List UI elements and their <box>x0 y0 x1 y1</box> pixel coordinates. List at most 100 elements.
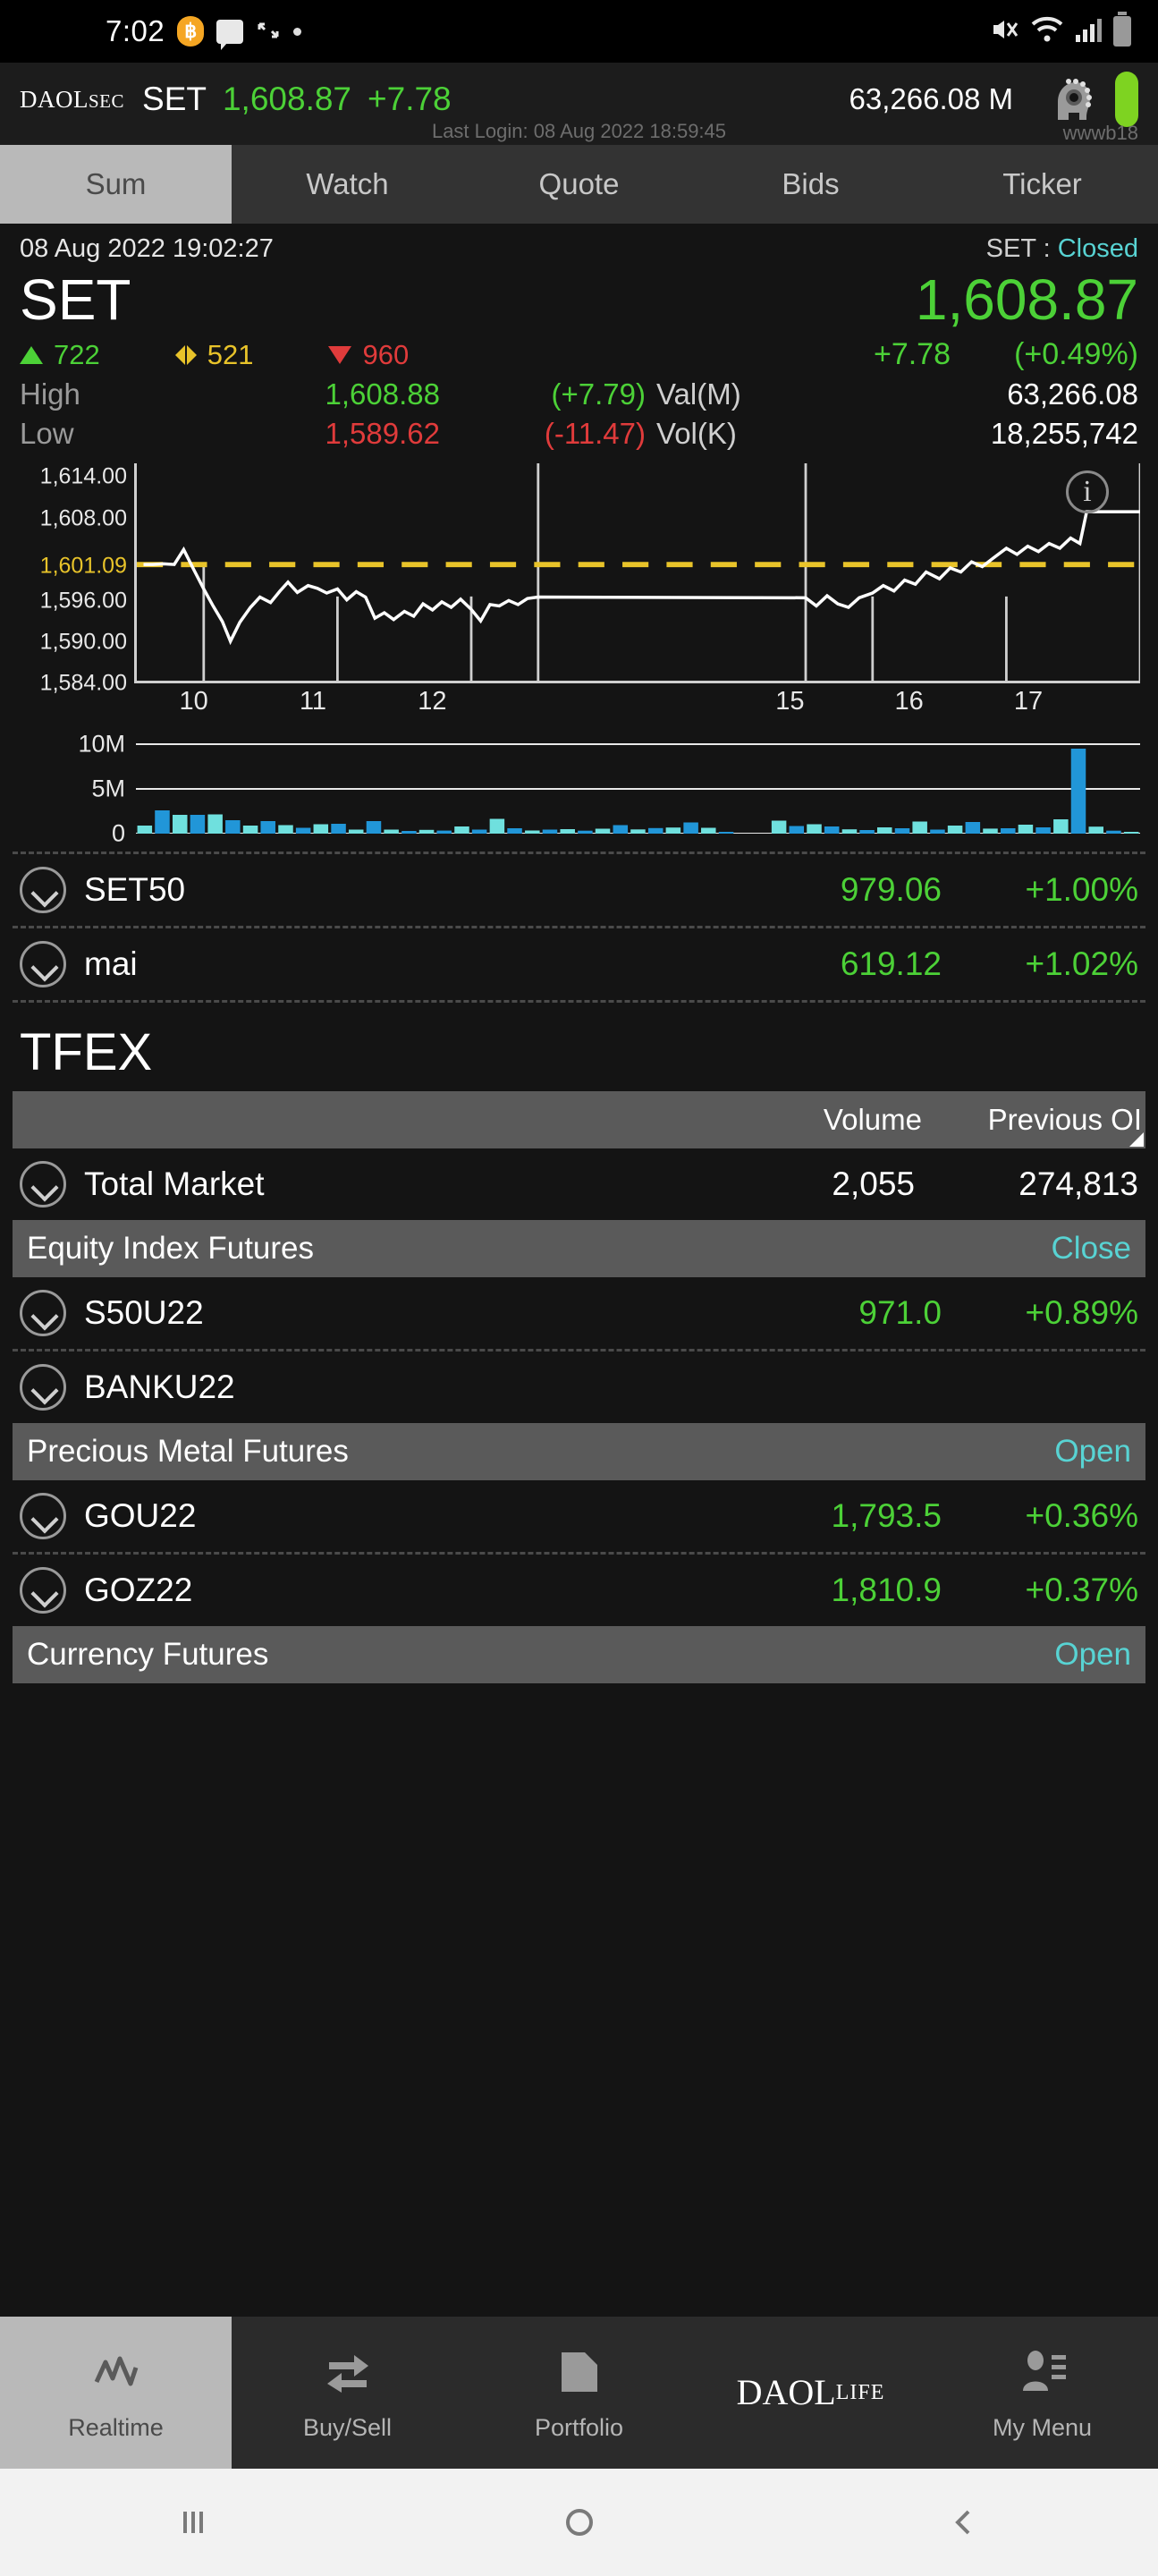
column-header-previous-oi: Previous OI <box>987 1103 1142 1136</box>
volume-bar <box>489 818 505 834</box>
daol-life-logo: DAOL LIFE <box>736 2372 885 2412</box>
nav-daol-life[interactable]: DAOL LIFE <box>695 2317 926 2469</box>
intraday-price-chart[interactable]: 1,614.00 1,608.00 1,601.09 1,596.00 1,590.00… <box>0 463 1158 732</box>
market-status: SET : Closed <box>985 234 1138 263</box>
recents-icon[interactable] <box>0 2503 386 2542</box>
group-name: Precious Metal Futures <box>27 1434 349 1469</box>
low-change: (-11.47) <box>544 417 646 450</box>
futures-price: 1,810.9 <box>831 1572 942 1608</box>
chevron-down-icon[interactable] <box>20 867 66 913</box>
status-bar-right <box>990 12 1131 49</box>
diamond-icon <box>174 344 197 365</box>
volume-bar <box>242 826 258 834</box>
volume-bar <box>366 821 382 834</box>
volume-label: Vol(K) <box>656 417 737 450</box>
volume-bar <box>876 827 892 834</box>
high-value: 1,608.88 <box>325 377 440 411</box>
nav-realtime[interactable]: Realtime <box>0 2317 232 2469</box>
last-login-text: Last Login: 08 Aug 2022 18:59:45 <box>431 120 727 142</box>
sort-corner-icon[interactable] <box>1129 1132 1144 1147</box>
info-icon[interactable]: i <box>1066 470 1109 513</box>
index-row-set50[interactable]: SET50 979.06 +1.00% <box>0 854 1158 926</box>
chart-line-icon <box>91 2344 141 2400</box>
volume-bar <box>1070 749 1086 834</box>
index-row-name: mai <box>84 945 138 982</box>
y-tick-label: 1,596.00 <box>39 588 127 614</box>
mute-icon <box>990 14 1020 49</box>
volume-bar <box>894 828 910 834</box>
android-status-bar: 7:02 ฿ <box>0 0 1158 63</box>
advances: 722 <box>20 339 100 371</box>
futures-row-goz22[interactable]: GOZ22 1,810.9 +0.37% <box>0 1555 1158 1626</box>
header-index-value: 1,608.87 <box>222 80 352 117</box>
x-tick-label: 12 <box>418 687 447 716</box>
chevron-down-icon[interactable] <box>20 1493 66 1539</box>
futures-row-banku22[interactable]: BANKU22 <box>0 1352 1158 1423</box>
robot-head-icon[interactable] <box>1049 75 1095 123</box>
tab-quote[interactable]: Quote <box>463 145 695 224</box>
volume-y-tick-label: 0 <box>111 819 125 847</box>
nav-label: Buy/Sell <box>302 2413 393 2441</box>
intraday-volume-chart[interactable]: 10M 5M 0 <box>0 731 1158 852</box>
volume-bar <box>718 832 734 834</box>
volume-bar <box>172 815 188 834</box>
group-header-currency-futures[interactable]: Currency Futures Open <box>13 1626 1145 1683</box>
nav-buy-sell[interactable]: Buy/Sell <box>232 2317 463 2469</box>
volume-bar <box>912 821 927 834</box>
chevron-down-icon[interactable] <box>20 1567 66 1614</box>
nav-portfolio[interactable]: Portfolio <box>463 2317 695 2469</box>
group-status: Open <box>1054 1637 1131 1672</box>
group-status: Open <box>1054 1434 1131 1469</box>
index-change: +7.78 <box>873 337 951 371</box>
tab-sum[interactable]: Sum <box>0 145 232 224</box>
back-icon[interactable] <box>772 2503 1158 2542</box>
index-last-price: 1,608.87 <box>915 267 1138 332</box>
volume-bar <box>295 827 311 834</box>
tab-bids[interactable]: Bids <box>695 145 926 224</box>
y-tick-label: 1,608.00 <box>39 505 127 530</box>
home-icon[interactable] <box>386 2503 773 2542</box>
daol-sec-logo: DAOLSEC <box>20 85 125 113</box>
volume-bar <box>1123 832 1139 834</box>
volume-bar <box>807 824 822 834</box>
app-header-row: DAOLSEC SET 1,608.87 +7.78 63,266.08 M <box>20 72 1138 127</box>
quote-timestamp: 08 Aug 2022 19:02:27 <box>20 234 274 263</box>
volume-bar <box>983 828 998 834</box>
arrow-icon <box>256 19 281 44</box>
index-change-percent: (+0.49%) <box>1014 337 1138 371</box>
tfex-table-header: Volume Previous OI <box>13 1091 1145 1148</box>
group-header-equity-index-futures[interactable]: Equity Index Futures Close <box>13 1220 1145 1277</box>
tab-watch[interactable]: Watch <box>232 145 463 224</box>
volume-bar <box>965 822 981 834</box>
tfex-total-market-row[interactable]: Total Market 2,055 274,813 <box>0 1148 1158 1220</box>
app-header: DAOLSEC SET 1,608.87 +7.78 63,266.08 M L… <box>0 63 1158 145</box>
chevron-down-icon[interactable] <box>20 1161 66 1208</box>
index-row-change: +1.02% <box>1025 945 1138 982</box>
dot-icon <box>293 27 302 36</box>
futures-row-gou22[interactable]: GOU22 1,793.5 +0.36% <box>0 1480 1158 1552</box>
futures-symbol: BANKU22 <box>84 1368 235 1405</box>
volume-bar <box>525 830 540 834</box>
volume-bar <box>507 828 522 834</box>
chevron-down-icon[interactable] <box>20 941 66 987</box>
nav-my-menu[interactable]: My Menu <box>926 2317 1158 2469</box>
volume-bar <box>278 825 293 834</box>
group-header-precious-metal-futures[interactable]: Precious Metal Futures Open <box>13 1423 1145 1480</box>
volume-bar <box>1035 827 1051 834</box>
market-breadth-row: 722 521 960 +7.78 (+0.49%) <box>0 328 1158 372</box>
x-tick-label: 17 <box>1013 687 1044 716</box>
wifi-icon <box>1031 16 1063 47</box>
tab-ticker[interactable]: Ticker <box>926 145 1158 224</box>
app-window: 7:02 ฿ DAOLSEC SET 1,608.87 +7.78 63,266… <box>0 0 1158 2576</box>
column-header-volume: Volume <box>823 1103 922 1136</box>
bottom-navigation-bar: Realtime Buy/Sell Portfolio DAOL LIFE My… <box>0 2317 1158 2469</box>
clock: 7:02 <box>106 14 165 47</box>
chevron-down-icon[interactable] <box>20 1364 66 1411</box>
volume-bar <box>418 829 435 834</box>
nav-label: Portfolio <box>534 2413 624 2441</box>
index-row-mai[interactable]: mai 619.12 +1.02% <box>0 928 1158 1000</box>
chevron-down-icon[interactable] <box>20 1290 66 1336</box>
futures-row-s50u22[interactable]: S50U22 971.0 +0.89% <box>0 1277 1158 1349</box>
volume-bar <box>471 829 487 834</box>
futures-change: +0.37% <box>1025 1572 1138 1608</box>
